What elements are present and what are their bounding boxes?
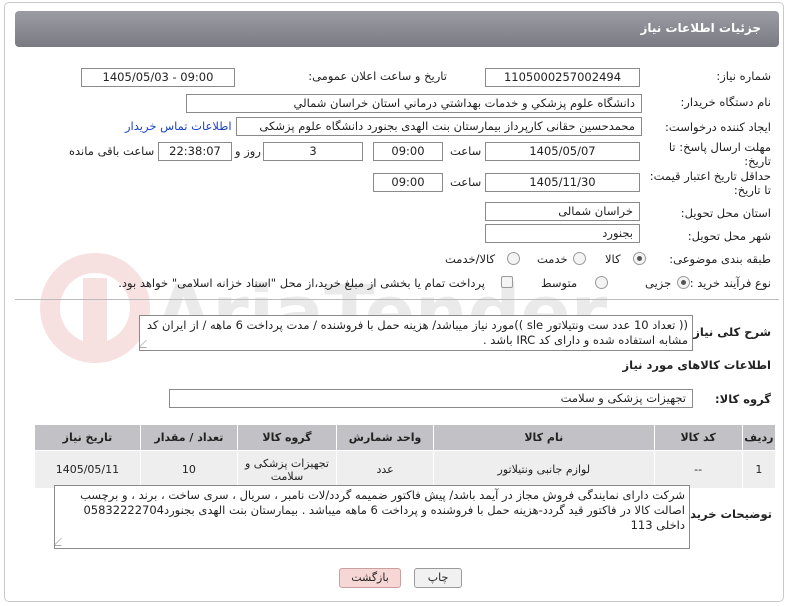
process-label: نوع فرآیند خرید : — [689, 276, 771, 290]
description-textarea[interactable]: (( تعداد 10 عدد ست ونتیلاتور sle ))مورد … — [139, 315, 693, 351]
table-row[interactable]: 1 -- لوازم جانبی ونتیلاتور عدد تجهیزات پ… — [34, 450, 777, 489]
payment-note: پرداخت تمام یا بخشی از مبلغ خرید،از محل … — [118, 276, 485, 290]
process-small-radio[interactable] — [677, 276, 690, 289]
province-field[interactable]: خراسان شمالی — [485, 202, 640, 221]
province-label: استان محل تحویل: — [680, 206, 771, 220]
category-goods-service-radio[interactable] — [507, 252, 520, 265]
description-text: (( تعداد 10 عدد ست ونتیلاتور sle ))مورد … — [146, 318, 688, 347]
watermark-emblem — [40, 253, 151, 363]
cell-date: 1405/05/11 — [34, 450, 141, 489]
print-button[interactable]: چاپ — [414, 568, 462, 588]
buyer-org-label: نام دستگاه خریدار: — [680, 95, 771, 109]
title-bar: جزئیات اطلاعات نیاز — [15, 11, 779, 47]
cell-qty: 10 — [139, 450, 238, 489]
treasury-payment-checkbox[interactable] — [501, 276, 513, 288]
cell-unit: عدد — [336, 450, 435, 489]
resize-grip-icon[interactable] — [55, 538, 69, 546]
buyer-org-field[interactable]: دانشگاه علوم پزشکي و خدمات بهداشتي درمان… — [186, 94, 642, 113]
watermark-logo: AriaTender.neT — [40, 253, 625, 363]
category-label: طبقه بندی موضوعی: — [669, 252, 771, 266]
process-medium-radio[interactable] — [595, 276, 608, 289]
goods-section-title: اطلاعات کالاهای مورد نیاز — [622, 358, 771, 372]
deadline-time-field[interactable]: 09:00 — [373, 142, 443, 161]
col-qty: تعداد / مقدار — [139, 424, 238, 451]
category-service-label: خدمت — [537, 252, 568, 266]
resize-grip-icon[interactable] — [140, 340, 154, 348]
deadline-label-2: تاریخ: — [744, 154, 771, 168]
announce-field[interactable]: 1405/05/03 - 09:00 — [81, 68, 235, 87]
back-button[interactable]: بازگشت — [339, 568, 401, 588]
goods-table: ردیف کد کالا نام کالا واحد شمارش گروه کا… — [34, 424, 777, 489]
col-date: تاریخ نیاز — [34, 424, 141, 451]
cell-group: تجهیزات پزشکی و سلامت — [236, 450, 338, 489]
contact-buyer-link[interactable]: اطلاعات تماس خریدار — [125, 119, 232, 133]
requester-label: ایجاد کننده درخواست: — [665, 120, 771, 134]
divider — [15, 299, 779, 300]
category-goods-service-label: کالا/خدمت — [445, 252, 496, 266]
category-goods-label: کالا — [605, 252, 621, 266]
validity-time-field[interactable]: 09:00 — [373, 173, 443, 192]
validity-label: حداقل تاریخ اعتبار قیمت: — [649, 169, 771, 183]
need-number-label: شماره نیاز: — [716, 69, 771, 83]
cell-code: -- — [653, 450, 743, 489]
col-code: کد کالا — [653, 424, 743, 451]
process-medium-label: متوسط — [541, 276, 578, 290]
col-row: ردیف — [741, 424, 777, 451]
days-remaining-field[interactable]: 3 — [263, 142, 363, 161]
category-service-radio[interactable] — [573, 252, 586, 265]
cell-row: 1 — [741, 450, 777, 489]
col-group: گروه کالا — [236, 424, 338, 451]
remaining-time-field[interactable]: 22:38:07 — [158, 142, 232, 161]
description-label: شرح کلی نیاز: — [688, 325, 771, 339]
days-label: روز و — [235, 144, 261, 158]
goods-group-label: گروه کالا: — [715, 392, 771, 406]
validity-label-2: تا تاریخ: — [733, 183, 771, 197]
process-small-label: جزیی — [645, 276, 672, 290]
city-label: شهر محل تحویل: — [687, 229, 771, 243]
deadline-time-label: ساعت — [450, 144, 482, 158]
requester-field[interactable]: محمدحسین حقانی کارپرداز بیمارستان بنت ال… — [236, 117, 642, 136]
col-unit: واحد شمارش — [336, 424, 435, 451]
goods-table-header: ردیف کد کالا نام کالا واحد شمارش گروه کا… — [34, 424, 777, 451]
city-field[interactable]: بجنورد — [485, 224, 640, 243]
validity-date-field[interactable]: 1405/11/30 — [485, 173, 640, 192]
category-goods-radio[interactable] — [633, 252, 646, 265]
cell-name: لوازم جانبی ونتیلاتور — [433, 450, 655, 489]
need-number-field[interactable]: 1105000257002494 — [485, 68, 640, 87]
validity-time-label: ساعت — [450, 175, 482, 189]
page-title: جزئیات اطلاعات نیاز — [640, 21, 761, 35]
goods-group-field[interactable]: تجهیزات پزشکی و سلامت — [169, 389, 693, 408]
announce-label: تاریخ و ساعت اعلان عمومی: — [308, 69, 447, 83]
col-name: نام کالا — [433, 424, 655, 451]
remaining-time-label: ساعت باقی مانده — [69, 144, 155, 158]
buyer-notes-textarea[interactable]: شرکت دارای نمایندگی فروش مجاز در آیمد با… — [54, 485, 690, 549]
buyer-notes-text: شرکت دارای نمایندگی فروش مجاز در آیمد با… — [80, 488, 685, 532]
deadline-date-field[interactable]: 1405/05/07 — [485, 142, 640, 161]
deadline-label: مهلت ارسال پاسخ: تا — [668, 140, 771, 154]
